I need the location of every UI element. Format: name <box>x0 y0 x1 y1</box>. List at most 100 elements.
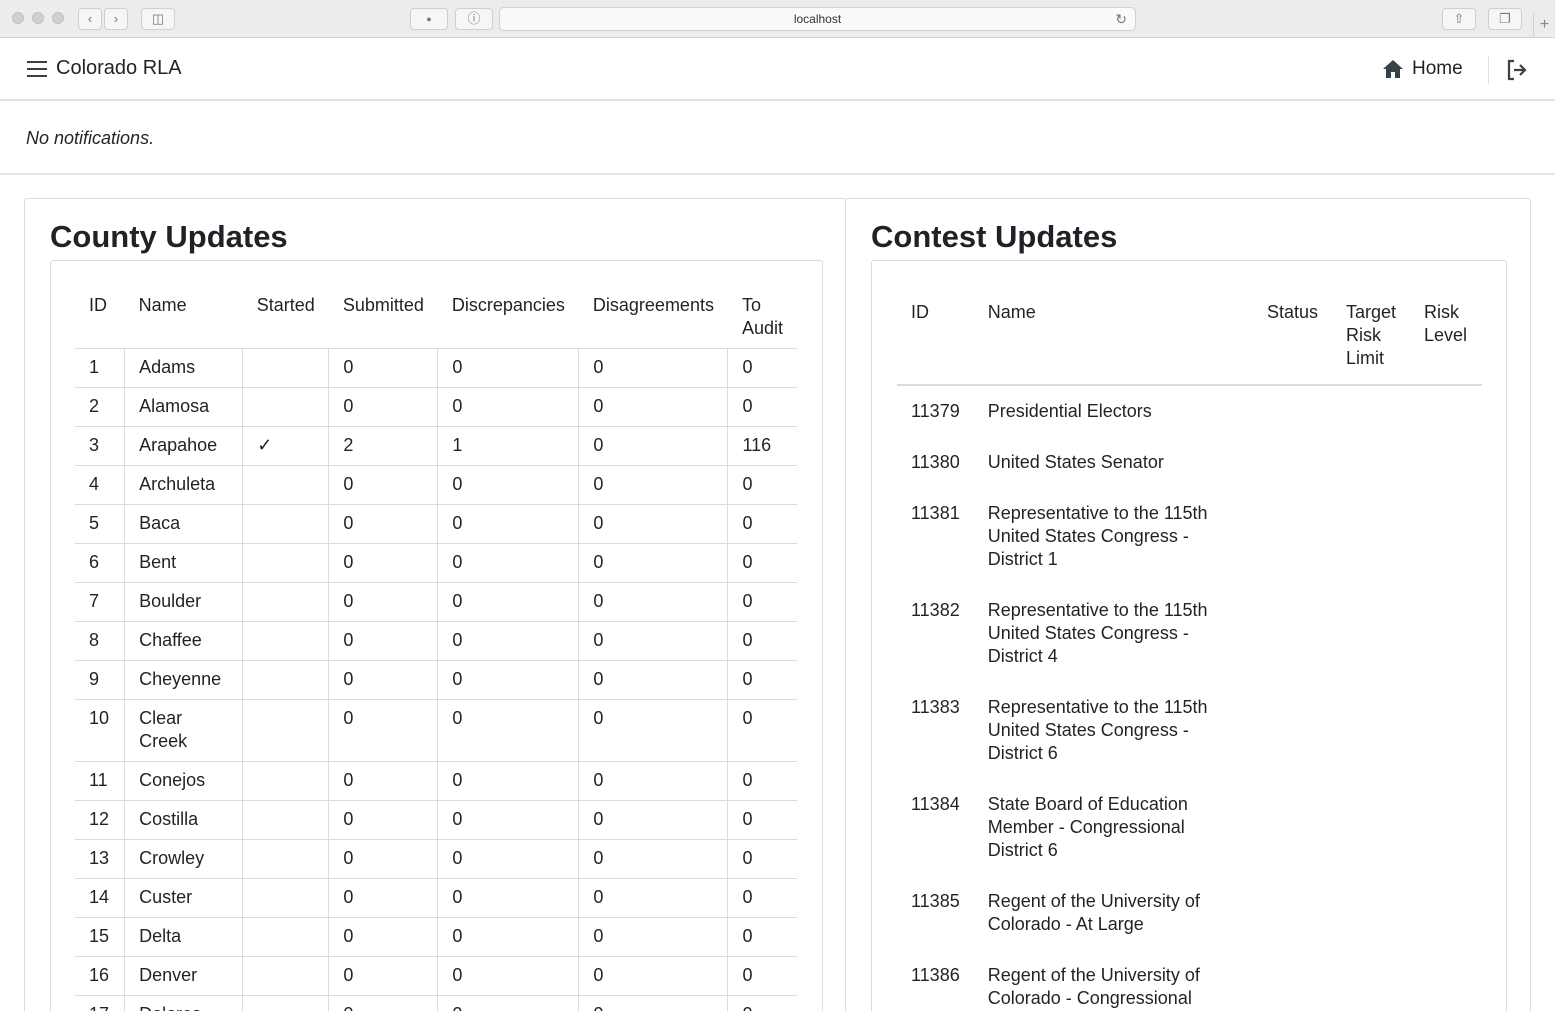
table-row[interactable]: 4 Archuleta 0 0 0 0 <box>75 465 797 505</box>
cell-name: Regent of the University of Colorado - A… <box>987 891 1200 934</box>
table-row[interactable]: 11379 Presidential Electors <box>897 385 1482 437</box>
column-header-target-risk-limit[interactable]: Target Risk Limit <box>1332 261 1410 385</box>
table-row[interactable]: 11383 Representative to the 115th United … <box>897 682 1482 779</box>
tabs-icon[interactable]: ❐ <box>1488 8 1522 30</box>
table-row[interactable]: 11386 Regent of the University of Colorad… <box>897 950 1482 1011</box>
cell-started <box>242 543 329 583</box>
column-header-id[interactable]: ID <box>897 261 974 385</box>
column-header-disagreements[interactable]: Disagreements <box>579 261 728 349</box>
table-row[interactable]: 11 Conejos 0 0 0 0 <box>75 761 797 801</box>
app-title: Colorado RLA <box>56 57 182 79</box>
cell-target-risk-limit <box>1332 682 1410 779</box>
cell-risk-level <box>1410 779 1482 876</box>
county-updates-title: County Updates <box>50 219 288 254</box>
logout-icon[interactable] <box>1505 58 1529 82</box>
table-row[interactable]: 5 Baca 0 0 0 0 <box>75 504 797 544</box>
table-row[interactable]: 11381 Representative to the 115th United … <box>897 488 1482 585</box>
table-row[interactable]: 11382 Representative to the 115th United … <box>897 585 1482 682</box>
cell-id: 16 <box>89 965 110 985</box>
table-row[interactable]: 6 Bent 0 0 0 0 <box>75 543 797 583</box>
cell-discrepancies: 0 <box>437 761 579 801</box>
sidebar-icon[interactable]: ◫ <box>141 8 175 30</box>
back-icon[interactable]: ‹ <box>78 8 102 30</box>
forward-icon[interactable]: › <box>104 8 128 30</box>
cell-id: 14 <box>89 887 110 907</box>
column-header-status[interactable]: Status <box>1253 261 1332 385</box>
cell-to-audit: 0 <box>727 878 797 918</box>
table-row[interactable]: 8 Chaffee 0 0 0 0 <box>75 621 797 661</box>
cell-discrepancies: 0 <box>437 956 579 996</box>
cell-discrepancies: 0 <box>437 995 579 1011</box>
cell-to-audit: 0 <box>727 543 797 583</box>
table-row[interactable]: 12 Costilla 0 0 0 0 <box>75 800 797 840</box>
table-row[interactable]: 13 Crowley 0 0 0 0 <box>75 839 797 879</box>
cell-submitted: 0 <box>328 699 438 762</box>
table-row[interactable]: 14 Custer 0 0 0 0 <box>75 878 797 918</box>
column-header-name[interactable]: Name <box>125 261 243 349</box>
cell-name: Cheyenne <box>124 660 243 700</box>
cell-disagreements: 0 <box>578 660 728 700</box>
cell-started <box>242 761 329 801</box>
table-header-row: ID Name Started Submitted Discrepancies … <box>75 261 797 349</box>
column-header-name[interactable]: Name <box>974 261 1253 385</box>
cell-risk-level <box>1410 950 1482 1011</box>
table-row[interactable]: 1 Adams 0 0 0 0 <box>75 348 797 388</box>
column-header-id[interactable]: ID <box>75 261 125 349</box>
app-navbar: Colorado RLA Home <box>0 38 1555 101</box>
table-row[interactable]: 9 Cheyenne 0 0 0 0 <box>75 660 797 700</box>
share-icon[interactable]: ⇧ <box>1442 8 1476 30</box>
table-row[interactable]: 11380 United States Senator <box>897 437 1482 488</box>
column-header-discrepancies[interactable]: Discrepancies <box>438 261 579 349</box>
cell-target-risk-limit <box>1332 488 1410 585</box>
cell-name: Crowley <box>124 839 243 879</box>
cell-to-audit: 0 <box>727 699 797 762</box>
column-header-risk-level[interactable]: Risk Level <box>1410 261 1482 385</box>
cell-disagreements: 0 <box>578 387 728 427</box>
table-row[interactable]: 2 Alamosa 0 0 0 0 <box>75 387 797 427</box>
column-header-to-audit[interactable]: To Audit <box>728 261 797 349</box>
info-icon[interactable]: ⓘ <box>455 8 493 30</box>
cell-name: State Board of Education Member - Congre… <box>987 794 1188 860</box>
column-header-started[interactable]: Started <box>243 261 329 349</box>
cell-name: Denver <box>124 956 243 996</box>
cell-discrepancies: 0 <box>437 504 579 544</box>
reload-icon[interactable]: ↻ <box>1115 8 1127 30</box>
table-row[interactable]: 17Dolores0000 <box>75 995 797 1011</box>
table-row[interactable]: 16 Denver 0 0 0 0 <box>75 956 797 996</box>
cell-id: 11 <box>89 770 108 790</box>
new-tab-icon[interactable]: + <box>1533 14 1555 38</box>
table-row[interactable]: 10 Clear Creek 0 0 0 0 <box>75 699 797 762</box>
cell-to-audit: 0 <box>727 956 797 996</box>
cell-id: 5 <box>89 513 100 533</box>
nav-divider <box>1488 56 1489 84</box>
cell-started <box>242 660 329 700</box>
column-header-submitted[interactable]: Submitted <box>329 261 438 349</box>
table-row[interactable]: 3 Arapahoe ✓ 2 1 0 116 <box>75 426 797 466</box>
cell-started <box>242 465 329 505</box>
cell-submitted: 0 <box>328 839 438 879</box>
home-link[interactable]: Home <box>1382 58 1463 80</box>
cell-disagreements: 0 <box>578 839 728 879</box>
cell-risk-level <box>1410 876 1482 950</box>
cell-target-risk-limit <box>1332 950 1410 1011</box>
hamburger-menu-icon[interactable] <box>27 61 47 77</box>
table-row[interactable]: 7 Boulder 0 0 0 0 <box>75 582 797 622</box>
cell-started <box>242 582 329 622</box>
table-row[interactable]: 15 Delta 0 0 0 0 <box>75 917 797 957</box>
cell-started <box>242 839 329 879</box>
minimize-window-button[interactable] <box>32 12 44 24</box>
cell-submitted: 0 <box>328 465 438 505</box>
cell-discrepancies: 0 <box>437 543 579 583</box>
close-window-button[interactable] <box>12 12 24 24</box>
cell-name: Clear Creek <box>124 699 243 762</box>
cell-id: 11381 <box>911 503 960 523</box>
zoom-window-button[interactable] <box>52 12 64 24</box>
cell-submitted: 0 <box>328 995 438 1011</box>
address-bar[interactable]: localhost ↻ <box>499 7 1136 31</box>
cell-id: 1 <box>89 357 100 377</box>
adblock-icon[interactable]: ● <box>410 8 448 30</box>
table-row[interactable]: 11384 State Board of Education Member - C… <box>897 779 1482 876</box>
url-text: localhost <box>793 12 842 26</box>
cell-started <box>242 995 329 1011</box>
table-row[interactable]: 11385 Regent of the University of Colorad… <box>897 876 1482 950</box>
